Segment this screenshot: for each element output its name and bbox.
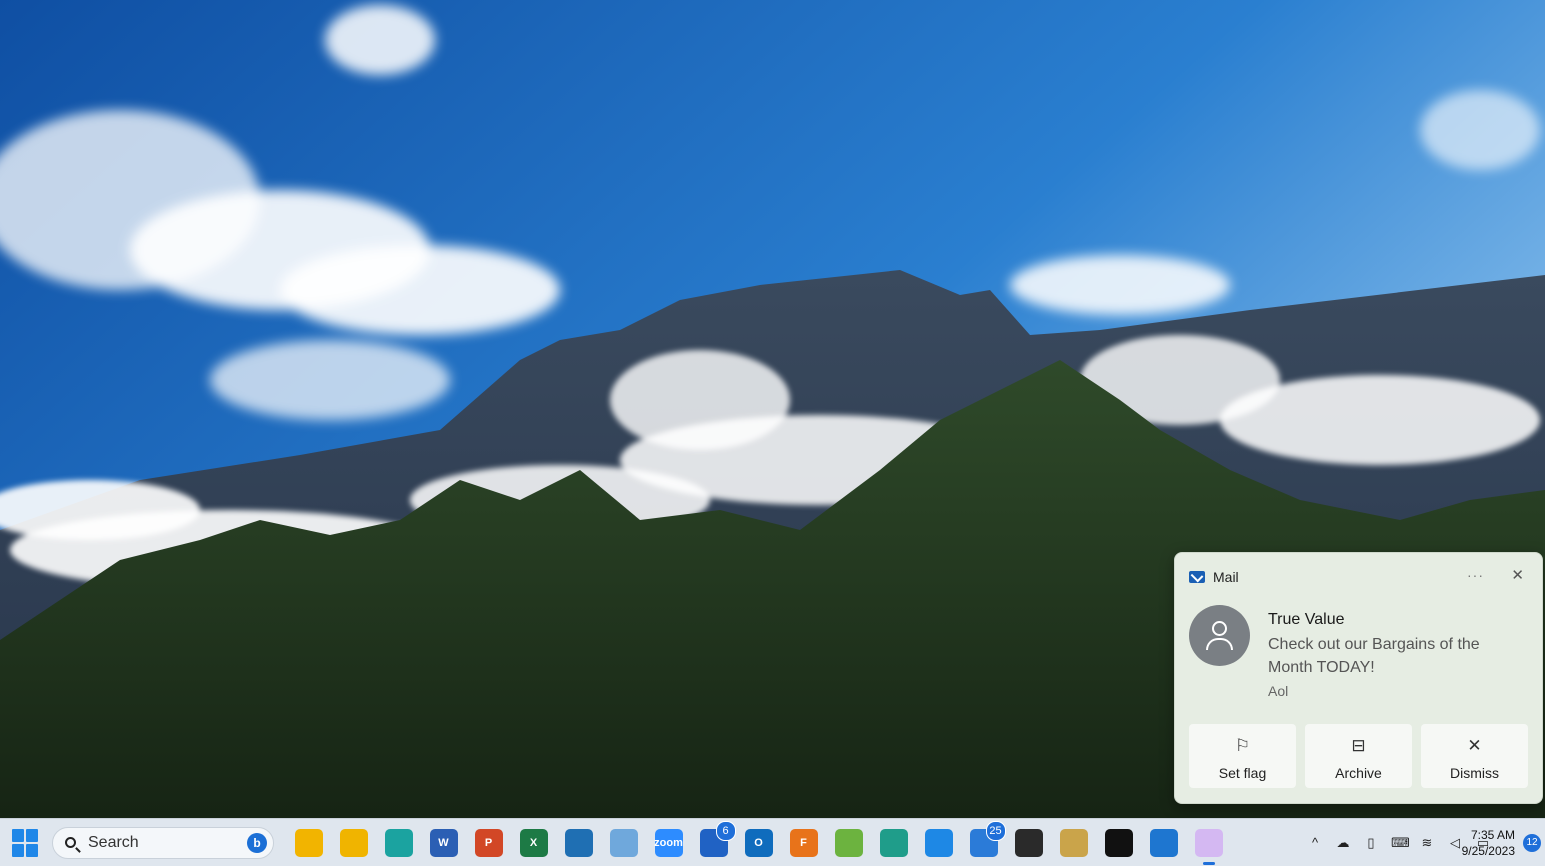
keyboard-icon[interactable]: ⌨ bbox=[1391, 835, 1410, 851]
archive-button[interactable]: ⊟ Archive bbox=[1305, 724, 1412, 788]
wifi-icon[interactable]: ≋ bbox=[1419, 835, 1435, 851]
toast-actions: ⚐ Set flag ⊟ Archive ✕ Dismiss bbox=[1189, 724, 1528, 788]
vscode-icon[interactable] bbox=[924, 828, 953, 857]
set-flag-button[interactable]: ⚐ Set flag bbox=[1189, 724, 1296, 788]
word-icon[interactable]: W bbox=[429, 828, 458, 857]
start-button[interactable] bbox=[12, 828, 40, 857]
flag-icon: ⚐ bbox=[1234, 736, 1251, 755]
chevron-up-icon[interactable]: ^ bbox=[1307, 835, 1323, 851]
mail-badge: 6 bbox=[715, 820, 736, 841]
flux-icon[interactable]: F bbox=[789, 828, 818, 857]
dismiss-label: Dismiss bbox=[1450, 765, 1499, 781]
active-indicator bbox=[1202, 861, 1215, 865]
teams-badge: 25 bbox=[985, 820, 1006, 841]
photos-icon[interactable] bbox=[609, 828, 638, 857]
mail-app-icon bbox=[1189, 571, 1205, 583]
bing-icon[interactable]: b bbox=[247, 832, 267, 853]
archive-label: Archive bbox=[1335, 765, 1382, 781]
mail-notification-toast[interactable]: Mail ··· ✕ True Value Check out our Barg… bbox=[1174, 552, 1543, 804]
set-flag-label: Set flag bbox=[1218, 765, 1267, 781]
teams-icon[interactable]: 25 bbox=[969, 820, 1006, 857]
taskbar-search[interactable]: Search b bbox=[52, 826, 274, 859]
camera-icon[interactable] bbox=[564, 828, 593, 857]
sender-name: True Value bbox=[1268, 611, 1345, 628]
taskbar: Search b W P Xzoom 6 O F 25 ^ ☁ ▯ ⌨ ≋ ◁ ▭ 7:35… bbox=[0, 818, 1545, 866]
app-bag-icon[interactable] bbox=[1059, 828, 1088, 857]
close-icon[interactable]: ✕ bbox=[1511, 566, 1524, 584]
pinned-apps: W P Xzoom 6 O F 25 bbox=[286, 820, 1231, 865]
toast-header: Mail bbox=[1189, 569, 1239, 585]
clock-date: 9/25/2023 bbox=[1461, 844, 1515, 858]
dismiss-button[interactable]: ✕ Dismiss bbox=[1421, 724, 1528, 788]
edge-icon[interactable] bbox=[384, 828, 413, 857]
zoom-icon[interactable]: zoom bbox=[654, 828, 683, 857]
search-icon bbox=[65, 837, 76, 848]
usb-icon[interactable]: ▯ bbox=[1363, 835, 1379, 851]
notification-count-badge[interactable]: 12 bbox=[1523, 834, 1541, 852]
edge-dev-icon[interactable] bbox=[879, 828, 908, 857]
outlook-icon[interactable]: O bbox=[744, 828, 773, 857]
snipping-tool-icon[interactable] bbox=[1194, 828, 1223, 865]
stacks-icon[interactable] bbox=[834, 828, 863, 857]
account-name: Aol bbox=[1268, 683, 1289, 699]
person-icon bbox=[1212, 621, 1227, 636]
powerpoint-icon[interactable]: P bbox=[474, 828, 503, 857]
sender-avatar bbox=[1189, 605, 1250, 666]
excel-icon[interactable]: X bbox=[519, 828, 548, 857]
message-preview: Check out our Bargains of the Month TODA… bbox=[1268, 636, 1480, 676]
outlook-new-icon[interactable] bbox=[1149, 828, 1178, 857]
notion-icon[interactable] bbox=[1104, 828, 1133, 857]
search-placeholder: Search bbox=[88, 833, 139, 851]
dismiss-icon: ✕ bbox=[1467, 736, 1482, 755]
file-explorer-icon[interactable] bbox=[339, 828, 368, 857]
cloud-icon[interactable]: ☁ bbox=[1335, 835, 1351, 851]
clock[interactable]: 7:35 AM 9/25/2023 bbox=[1462, 827, 1515, 859]
widgets-icon[interactable] bbox=[294, 828, 323, 857]
clock-time: 7:35 AM bbox=[1470, 828, 1515, 842]
more-options-icon[interactable]: ··· bbox=[1467, 567, 1484, 583]
mail-icon[interactable]: 6 bbox=[699, 820, 736, 857]
affinity-icon[interactable] bbox=[1014, 828, 1043, 857]
volume-icon[interactable]: ◁ bbox=[1447, 835, 1463, 851]
archive-icon: ⊟ bbox=[1351, 736, 1366, 755]
toast-app-name: Mail bbox=[1213, 569, 1239, 585]
